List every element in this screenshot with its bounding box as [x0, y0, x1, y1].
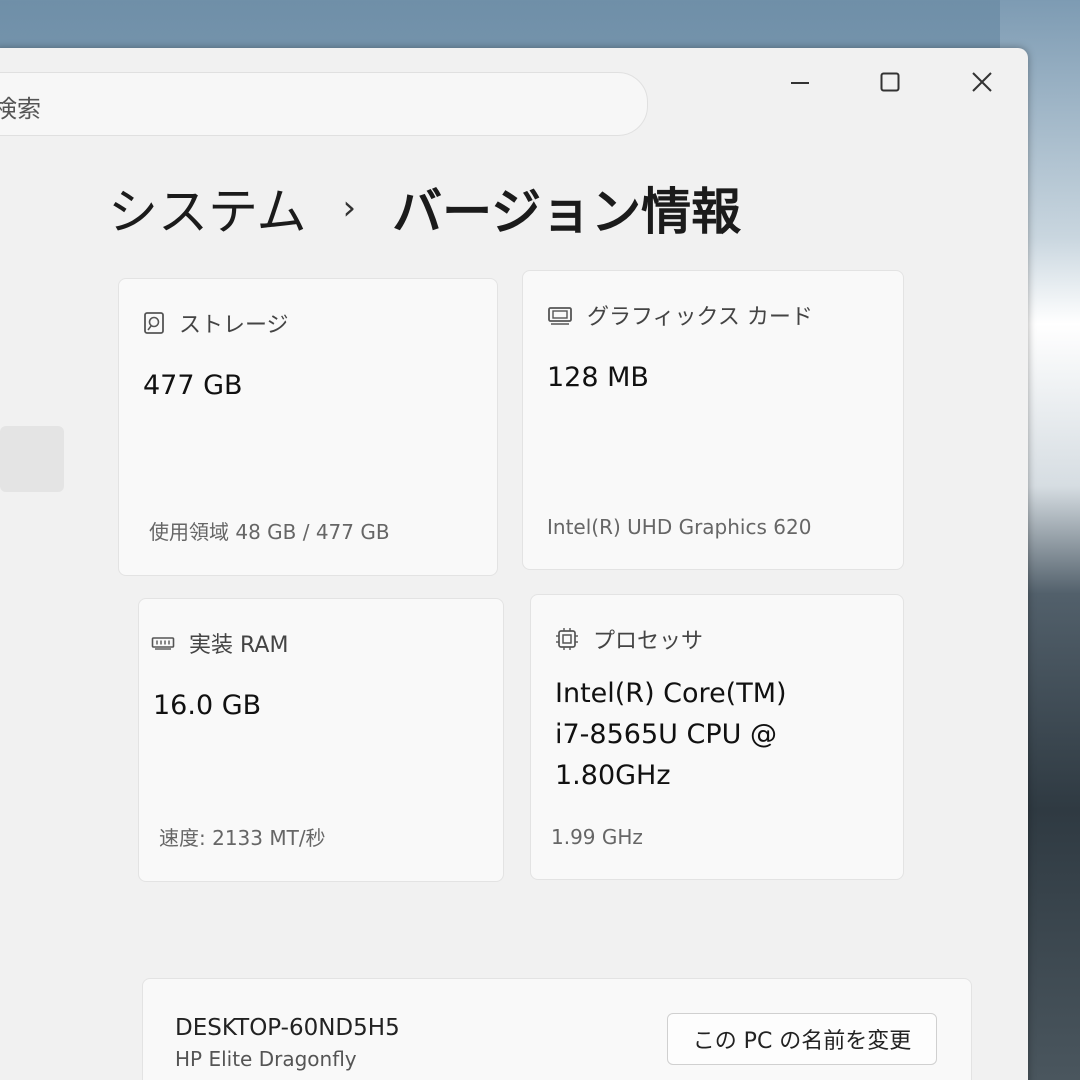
processor-line-3: 1.80GHz	[555, 760, 671, 791]
storage-detail: 使用領域 48 GB / 477 GB	[149, 520, 390, 544]
search-box[interactable]: 検索	[0, 72, 648, 136]
processor-line-2: i7-8565U CPU @	[555, 719, 777, 750]
close-button[interactable]	[952, 62, 1012, 102]
breadcrumb: システム › バージョン情報	[108, 172, 741, 244]
rename-pc-button[interactable]: この PC の名前を変更	[667, 1013, 937, 1065]
processor-line-1: Intel(R) Core(TM)	[555, 678, 787, 709]
hard-drive-icon	[143, 311, 165, 335]
ram-value: 16.0 GB	[153, 690, 262, 721]
memory-icon	[151, 635, 175, 651]
chevron-right-icon: ›	[342, 188, 357, 228]
graphics-value: 128 MB	[547, 362, 649, 393]
processor-icon	[555, 627, 579, 651]
processor-detail: 1.99 GHz	[551, 825, 643, 849]
processor-card-header: プロセッサ	[555, 623, 703, 655]
minimize-icon	[790, 72, 810, 92]
maximize-button[interactable]	[860, 62, 920, 102]
processor-value: Intel(R) Core(TM) i7-8565U CPU @ 1.80GHz	[555, 673, 787, 796]
storage-card-header: ストレージ	[143, 307, 289, 339]
display-adapter-icon	[547, 305, 573, 325]
device-name-card: DESKTOP-60ND5H5 HP Elite Dragonfly この PC…	[142, 978, 972, 1080]
graphics-card-header: グラフィックス カード	[547, 299, 813, 331]
device-model: HP Elite Dragonfly	[175, 1047, 357, 1071]
graphics-card: グラフィックス カード 128 MB Intel(R) UHD Graphics…	[522, 270, 904, 570]
ram-card-header: 実装 RAM	[151, 627, 288, 659]
close-icon	[971, 71, 993, 93]
breadcrumb-parent[interactable]: システム	[108, 172, 307, 244]
storage-label: ストレージ	[179, 313, 289, 338]
graphics-detail: Intel(R) UHD Graphics 620	[547, 515, 812, 539]
storage-card: ストレージ 477 GB 使用領域 48 GB / 477 GB	[118, 278, 498, 576]
processor-card: プロセッサ Intel(R) Core(TM) i7-8565U CPU @ 1…	[530, 594, 904, 880]
settings-window: 検索 システム › バージョン情報 ストレージ 477 GB 使用領域 48 G…	[0, 48, 1028, 1080]
ram-card: 実装 RAM 16.0 GB 速度: 2133 MT/秒	[138, 598, 504, 882]
ram-label: 実装 RAM	[189, 633, 289, 658]
search-placeholder: 検索	[0, 95, 41, 123]
storage-value: 477 GB	[143, 370, 243, 401]
nav-item-selected[interactable]	[0, 426, 64, 492]
maximize-icon	[880, 72, 900, 92]
device-name: DESKTOP-60ND5H5	[175, 1015, 400, 1041]
graphics-label: グラフィックス カード	[587, 305, 813, 330]
page-title: バージョン情報	[392, 183, 742, 241]
ram-detail: 速度: 2133 MT/秒	[159, 826, 326, 850]
processor-label: プロセッサ	[593, 629, 704, 654]
minimize-button[interactable]	[770, 62, 830, 102]
